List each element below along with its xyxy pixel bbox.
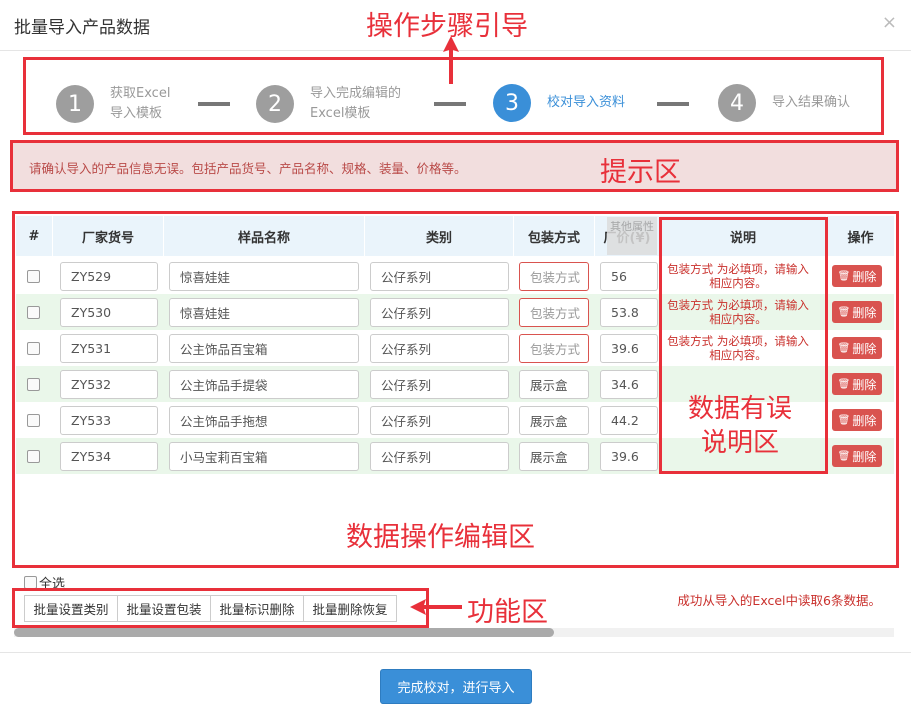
function-area xyxy=(12,588,429,628)
step-number: 4 xyxy=(718,84,756,122)
step-label: 导入完成编辑的 Excel模板 xyxy=(310,84,401,124)
step-label-line1: 导入完成编辑的 xyxy=(310,86,402,101)
confirm-import-button[interactable]: 完成校对，进行导入 xyxy=(380,669,532,704)
step-2: 2 导入完成编辑的 Excel模板 xyxy=(256,84,401,124)
step-1: 1 获取Excel 导入模板 xyxy=(56,84,170,124)
tips-text: 请确认导入的产品信息无误。包括产品货号、产品名称、规格、装量、价格等。 xyxy=(29,161,467,176)
step-number: 2 xyxy=(256,85,294,123)
annotation-arrow-left-icon xyxy=(410,599,462,615)
step-label: 获取Excel 导入模板 xyxy=(110,84,170,124)
step-number: 1 xyxy=(56,85,94,123)
step-label: 校对导入资料 xyxy=(547,95,626,110)
step-label-line1: 获取Excel xyxy=(110,86,171,101)
close-icon[interactable]: × xyxy=(882,12,897,33)
step-connector xyxy=(657,102,689,106)
annotation-edit-area: 数据操作编辑区 xyxy=(346,522,535,553)
step-number: 3 xyxy=(493,84,531,122)
step-label: 导入结果确认 xyxy=(772,95,851,110)
step-connector xyxy=(198,102,230,106)
annotation-tips: 提示区 xyxy=(600,157,681,188)
step-3: 3 校对导入资料 xyxy=(493,84,625,122)
step-connector xyxy=(434,102,466,106)
success-message: 成功从导入的Excel中读取6条数据。 xyxy=(677,593,881,608)
step-label-line2: Excel模板 xyxy=(310,106,371,121)
step-label-line2: 导入模板 xyxy=(110,106,163,121)
annotation-error-line2: 说明区 xyxy=(700,428,779,458)
horizontal-scrollbar-thumb[interactable] xyxy=(14,628,554,637)
annotation-function-area: 功能区 xyxy=(467,597,548,628)
footer-divider xyxy=(0,652,911,653)
annotation-error-line1: 数据有误 xyxy=(687,394,792,424)
annotation-error-area: 数据有误 说明区 xyxy=(680,392,800,460)
modal-title: 批量导入产品数据 xyxy=(14,18,150,38)
step-4: 4 导入结果确认 xyxy=(718,84,850,122)
